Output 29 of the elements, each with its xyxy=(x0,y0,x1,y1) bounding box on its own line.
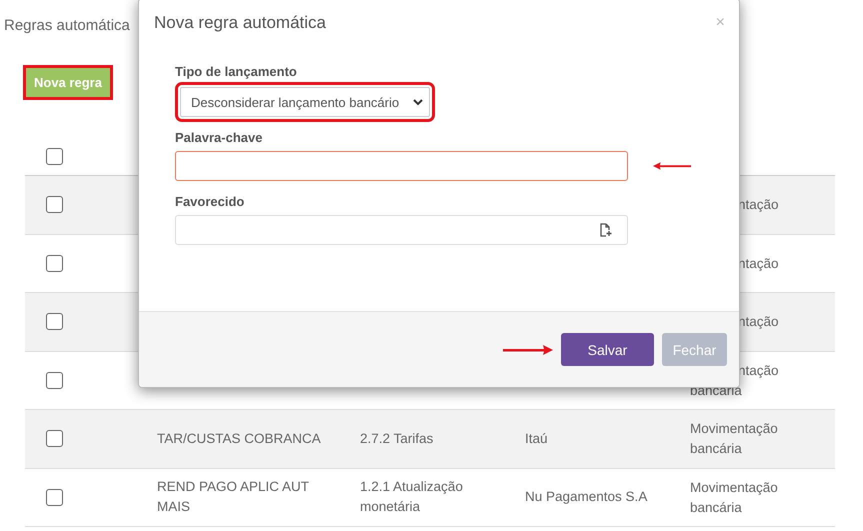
table-cell: bancária xyxy=(690,498,742,516)
field-label: Tipo de lançamento xyxy=(175,64,298,79)
checkbox[interactable] xyxy=(46,430,63,448)
table-cell: Itaú xyxy=(525,430,548,446)
table-cell: bancária xyxy=(690,440,742,458)
table-cell: 2.7.2 Tarifas xyxy=(360,430,434,446)
table-cell: REND PAGO APLIC AUT MAIS xyxy=(157,479,309,514)
table-cell: TAR/CUSTAS COBRANCA xyxy=(157,430,321,446)
close-button[interactable]: × xyxy=(716,14,725,32)
checkbox[interactable] xyxy=(46,254,63,272)
input-field[interactable] xyxy=(175,151,628,181)
field-label: Favorecido xyxy=(175,194,246,209)
table-cell: Movimentação xyxy=(690,420,778,438)
chevron-down-icon xyxy=(413,98,423,106)
dialog-title: Nova regra automática xyxy=(154,13,326,33)
checkbox[interactable] xyxy=(46,488,63,506)
table-cell: 1.2.1 Atualização monetária xyxy=(360,479,463,514)
checkbox[interactable] xyxy=(46,148,63,165)
save-button[interactable]: Salvar xyxy=(561,333,654,366)
file-plus-icon[interactable] xyxy=(599,223,612,237)
table-cell: bancária xyxy=(690,382,742,399)
table-cell: Nu Pagamentos S.A xyxy=(525,489,648,504)
checkbox[interactable] xyxy=(46,313,63,330)
field-label: Palavra-chave xyxy=(175,130,264,145)
new-rule-button[interactable]: Nova regra xyxy=(25,67,111,98)
table-cell: Movimentação xyxy=(690,478,778,496)
page-title: Regras automática xyxy=(4,16,130,34)
checkbox[interactable] xyxy=(46,372,63,389)
checkbox[interactable] xyxy=(46,196,63,214)
